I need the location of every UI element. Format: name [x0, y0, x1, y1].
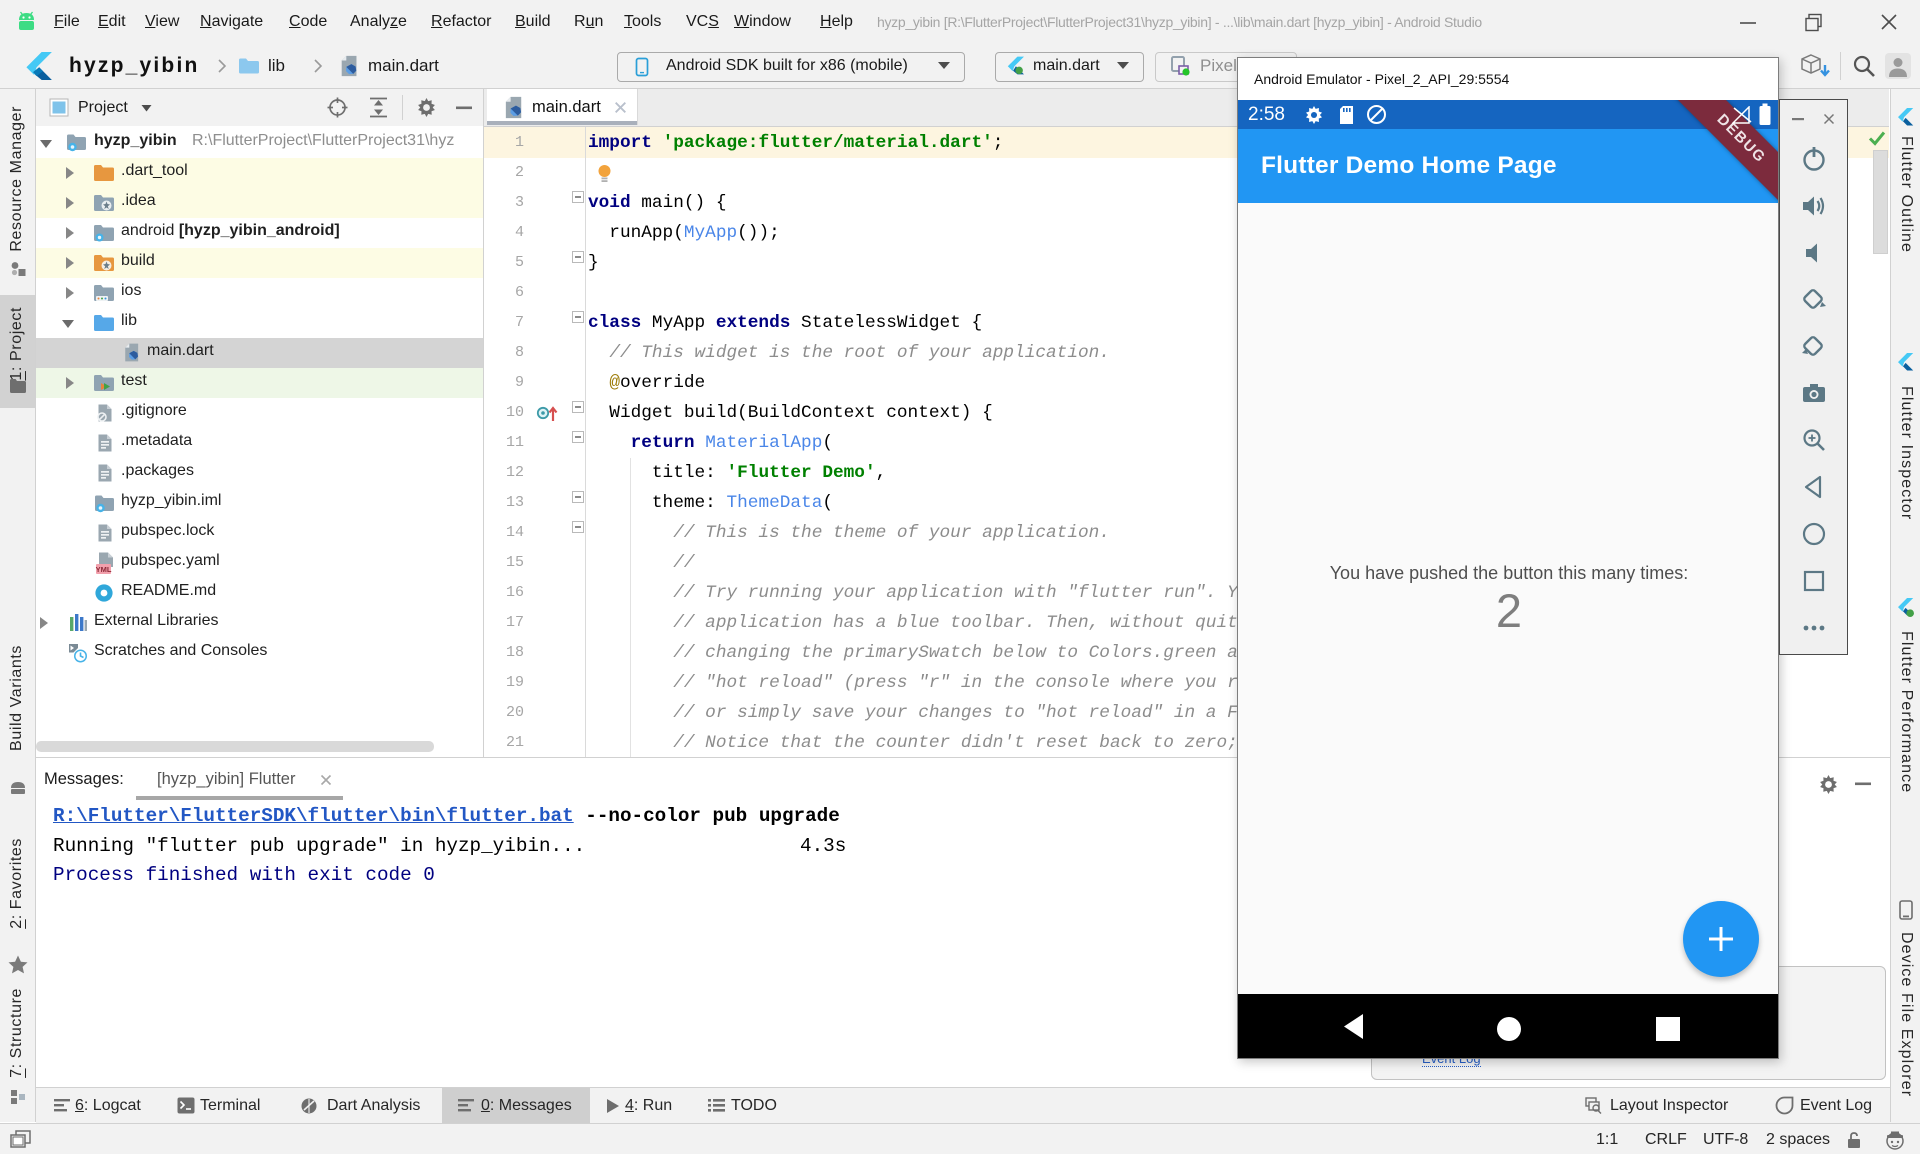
svg-text:YML: YML — [96, 565, 112, 574]
